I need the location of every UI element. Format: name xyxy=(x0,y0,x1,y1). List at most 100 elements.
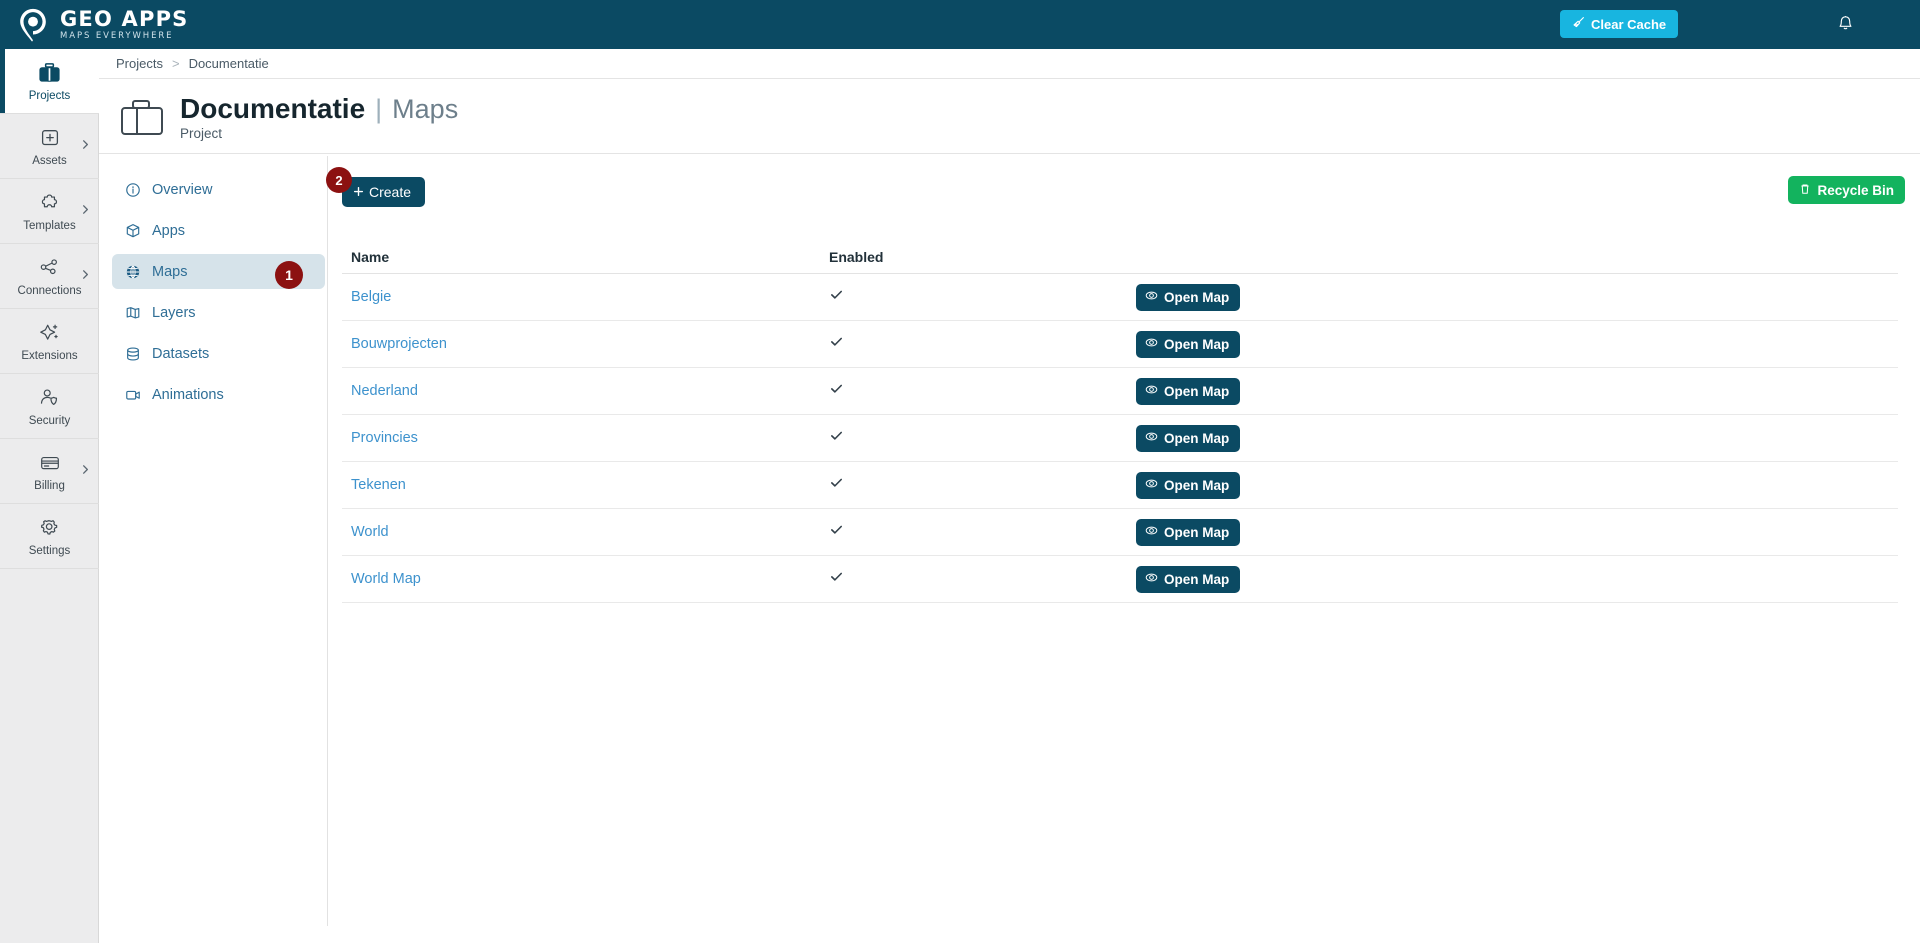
sidebar-item-label: Maps xyxy=(152,263,188,280)
table-row: World Map Open Map xyxy=(342,556,1898,603)
eye-icon xyxy=(1145,524,1158,540)
sidebar-item-assets[interactable]: Assets xyxy=(0,114,99,179)
sidebar-item-label: Overview xyxy=(152,181,213,198)
create-button[interactable]: Create xyxy=(342,177,426,207)
page-title: Documentatie xyxy=(180,92,366,124)
sidebar-label: Projects xyxy=(28,89,71,102)
primary-nav-rail: Projects Assets Templates Connections Ex… xyxy=(0,49,99,943)
sidebar-label: Billing xyxy=(34,479,65,492)
cell-name: Bouwprojecten xyxy=(342,335,829,353)
sidebar-label: Templates xyxy=(23,219,76,232)
map-name-link[interactable]: Provincies xyxy=(351,430,418,446)
sidebar-item-extensions[interactable]: Extensions xyxy=(0,309,99,374)
cell-name: Tekenen xyxy=(342,476,829,494)
plus-square-icon xyxy=(38,126,62,152)
chevron-right-icon xyxy=(80,202,91,220)
sidebar-item-overview[interactable]: Overview xyxy=(112,172,325,207)
open-map-button[interactable]: Open Map xyxy=(1136,283,1241,311)
eye-icon xyxy=(1145,383,1158,399)
sidebar-item-connections[interactable]: Connections xyxy=(0,244,99,309)
share-nodes-icon xyxy=(38,256,62,282)
cell-action: Open Map xyxy=(1136,330,1898,358)
table-header-row: Name Enabled xyxy=(342,240,1898,274)
brand-tagline: MAPS EVERYWHERE xyxy=(60,30,174,41)
open-map-button[interactable]: Open Map xyxy=(1136,565,1241,593)
open-map-label: Open Map xyxy=(1164,383,1230,399)
maps-table: Name Enabled Belgie Open Map Bouwproject… xyxy=(342,240,1898,603)
cell-enabled xyxy=(829,475,1136,495)
table-row: Provincies Open Map xyxy=(342,415,1898,462)
recycle-bin-button[interactable]: Recycle Bin xyxy=(1788,176,1905,204)
sidebar-item-label: Animations xyxy=(152,386,224,403)
project-sub-nav: Overview Apps Maps Layers Datasets Anima… xyxy=(112,172,325,418)
sidebar-item-templates[interactable]: Templates xyxy=(0,179,99,244)
sidebar-label: Settings xyxy=(28,544,71,557)
open-map-button[interactable]: Open Map xyxy=(1136,471,1241,499)
sidebar-item-apps[interactable]: Apps xyxy=(112,213,325,248)
bell-icon xyxy=(1836,14,1855,36)
check-icon xyxy=(829,334,844,354)
breadcrumb: Projects > Documentatie xyxy=(99,49,1920,79)
sidebar-item-animations[interactable]: Animations xyxy=(112,377,325,412)
sidebar-item-datasets[interactable]: Datasets xyxy=(112,336,325,371)
breadcrumb-projects[interactable]: Projects xyxy=(116,56,163,71)
cell-enabled xyxy=(829,287,1136,307)
credit-card-icon xyxy=(38,451,62,477)
check-icon xyxy=(829,475,844,495)
brand-name: GEO APPS xyxy=(60,6,189,31)
map-name-link[interactable]: World Map xyxy=(351,571,421,587)
sidebar-item-settings[interactable]: Settings xyxy=(0,504,99,569)
map-name-link[interactable]: Bouwprojecten xyxy=(351,336,447,352)
chevron-right-icon xyxy=(80,267,91,285)
cell-name: Nederland xyxy=(342,382,829,400)
map-name-link[interactable]: World xyxy=(351,524,389,540)
page-section: Maps xyxy=(392,93,459,124)
sidebar-item-layers[interactable]: Layers xyxy=(112,295,325,330)
open-map-label: Open Map xyxy=(1164,336,1230,352)
create-label: Create xyxy=(369,184,412,200)
open-map-label: Open Map xyxy=(1164,430,1230,446)
broom-icon xyxy=(1572,16,1585,32)
eye-icon xyxy=(1145,336,1158,352)
open-map-button[interactable]: Open Map xyxy=(1136,518,1241,546)
map-name-link[interactable]: Nederland xyxy=(351,383,418,399)
cell-name: World Map xyxy=(342,570,829,588)
check-icon xyxy=(829,428,844,448)
info-circle-icon xyxy=(124,182,141,198)
sidebar-label: Security xyxy=(28,414,71,427)
gear-icon xyxy=(38,516,62,542)
check-icon xyxy=(829,287,844,307)
open-map-button[interactable]: Open Map xyxy=(1136,330,1241,358)
video-icon xyxy=(124,387,141,403)
plus-icon xyxy=(353,184,364,200)
sidebar-item-projects[interactable]: Projects xyxy=(0,49,99,114)
open-map-button[interactable]: Open Map xyxy=(1136,424,1241,452)
cell-enabled xyxy=(829,381,1136,401)
brand-logo-group[interactable]: GEO APPS MAPS EVERYWHERE xyxy=(14,6,189,44)
cell-enabled xyxy=(829,428,1136,448)
clear-cache-button[interactable]: Clear Cache xyxy=(1560,10,1679,38)
check-icon xyxy=(829,381,844,401)
cell-name: Belgie xyxy=(342,288,829,306)
cell-action: Open Map xyxy=(1136,471,1898,499)
open-map-button[interactable]: Open Map xyxy=(1136,377,1241,405)
notifications-button[interactable] xyxy=(1832,12,1858,38)
chevron-right-icon xyxy=(80,137,91,155)
map-name-link[interactable]: Tekenen xyxy=(351,477,406,493)
sidebar-item-label: Layers xyxy=(152,304,196,321)
sidebar-item-security[interactable]: Security xyxy=(0,374,99,439)
top-bar: GEO APPS MAPS EVERYWHERE Clear Cache xyxy=(0,0,1920,49)
breadcrumb-current: Documentatie xyxy=(188,56,269,71)
cell-action: Open Map xyxy=(1136,424,1898,452)
sidebar-item-label: Datasets xyxy=(152,345,210,362)
sparkle-icon xyxy=(38,321,62,347)
eye-icon xyxy=(1145,430,1158,446)
puzzle-icon xyxy=(38,191,62,217)
sidebar-label: Extensions xyxy=(21,349,78,362)
recycle-label: Recycle Bin xyxy=(1817,182,1894,198)
open-map-label: Open Map xyxy=(1164,477,1230,493)
map-name-link[interactable]: Belgie xyxy=(351,289,391,305)
sidebar-item-billing[interactable]: Billing xyxy=(0,439,99,504)
chevron-right-icon xyxy=(80,462,91,480)
column-header-name: Name xyxy=(351,248,390,265)
